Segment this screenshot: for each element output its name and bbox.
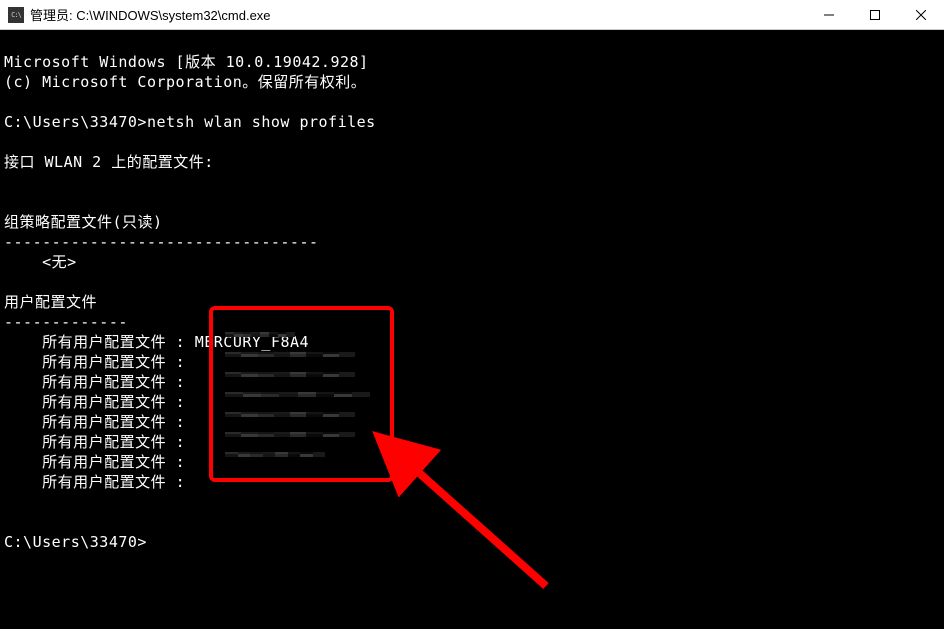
minimize-button[interactable] <box>806 0 852 30</box>
separator-line: ------------- <box>4 313 128 331</box>
redaction-mask <box>225 372 355 390</box>
group-policy-header: 组策略配置文件(只读) <box>4 213 163 231</box>
prompt: C:\Users\33470> <box>4 113 147 131</box>
close-button[interactable] <box>898 0 944 30</box>
profile-row: 所有用户配置文件 : <box>4 353 195 371</box>
none-value: <无> <box>4 253 77 271</box>
redaction-mask <box>225 392 370 410</box>
redaction-mask <box>225 332 295 350</box>
profile-row: 所有用户配置文件 : <box>4 413 195 431</box>
copyright-line: (c) Microsoft Corporation。保留所有权利。 <box>4 73 366 91</box>
window-titlebar: C:\ 管理员: C:\WINDOWS\system32\cmd.exe <box>0 0 944 30</box>
profile-row: 所有用户配置文件 : <box>4 373 195 391</box>
redaction-mask <box>225 452 325 470</box>
window-title: 管理员: C:\WINDOWS\system32\cmd.exe <box>30 5 271 24</box>
redaction-mask <box>225 412 355 430</box>
profile-row: 所有用户配置文件 : <box>4 473 195 491</box>
profile-row: 所有用户配置文件 : <box>4 393 195 411</box>
cmd-icon: C:\ <box>8 7 24 23</box>
separator-line: --------------------------------- <box>4 233 319 251</box>
profile-row: 所有用户配置文件 : <box>4 453 195 471</box>
command-text: netsh wlan show profiles <box>147 113 376 131</box>
redaction-mask <box>225 352 355 370</box>
interface-header: 接口 WLAN 2 上的配置文件: <box>4 153 214 171</box>
prompt: C:\Users\33470> <box>4 533 147 551</box>
redaction-mask <box>225 432 355 450</box>
profile-row: 所有用户配置文件 : <box>4 433 195 451</box>
version-line: Microsoft Windows [版本 10.0.19042.928] <box>4 53 369 71</box>
window-controls <box>806 0 944 30</box>
maximize-button[interactable] <box>852 0 898 30</box>
terminal-output[interactable]: Microsoft Windows [版本 10.0.19042.928] (c… <box>0 30 944 554</box>
user-profiles-header: 用户配置文件 <box>4 293 97 311</box>
